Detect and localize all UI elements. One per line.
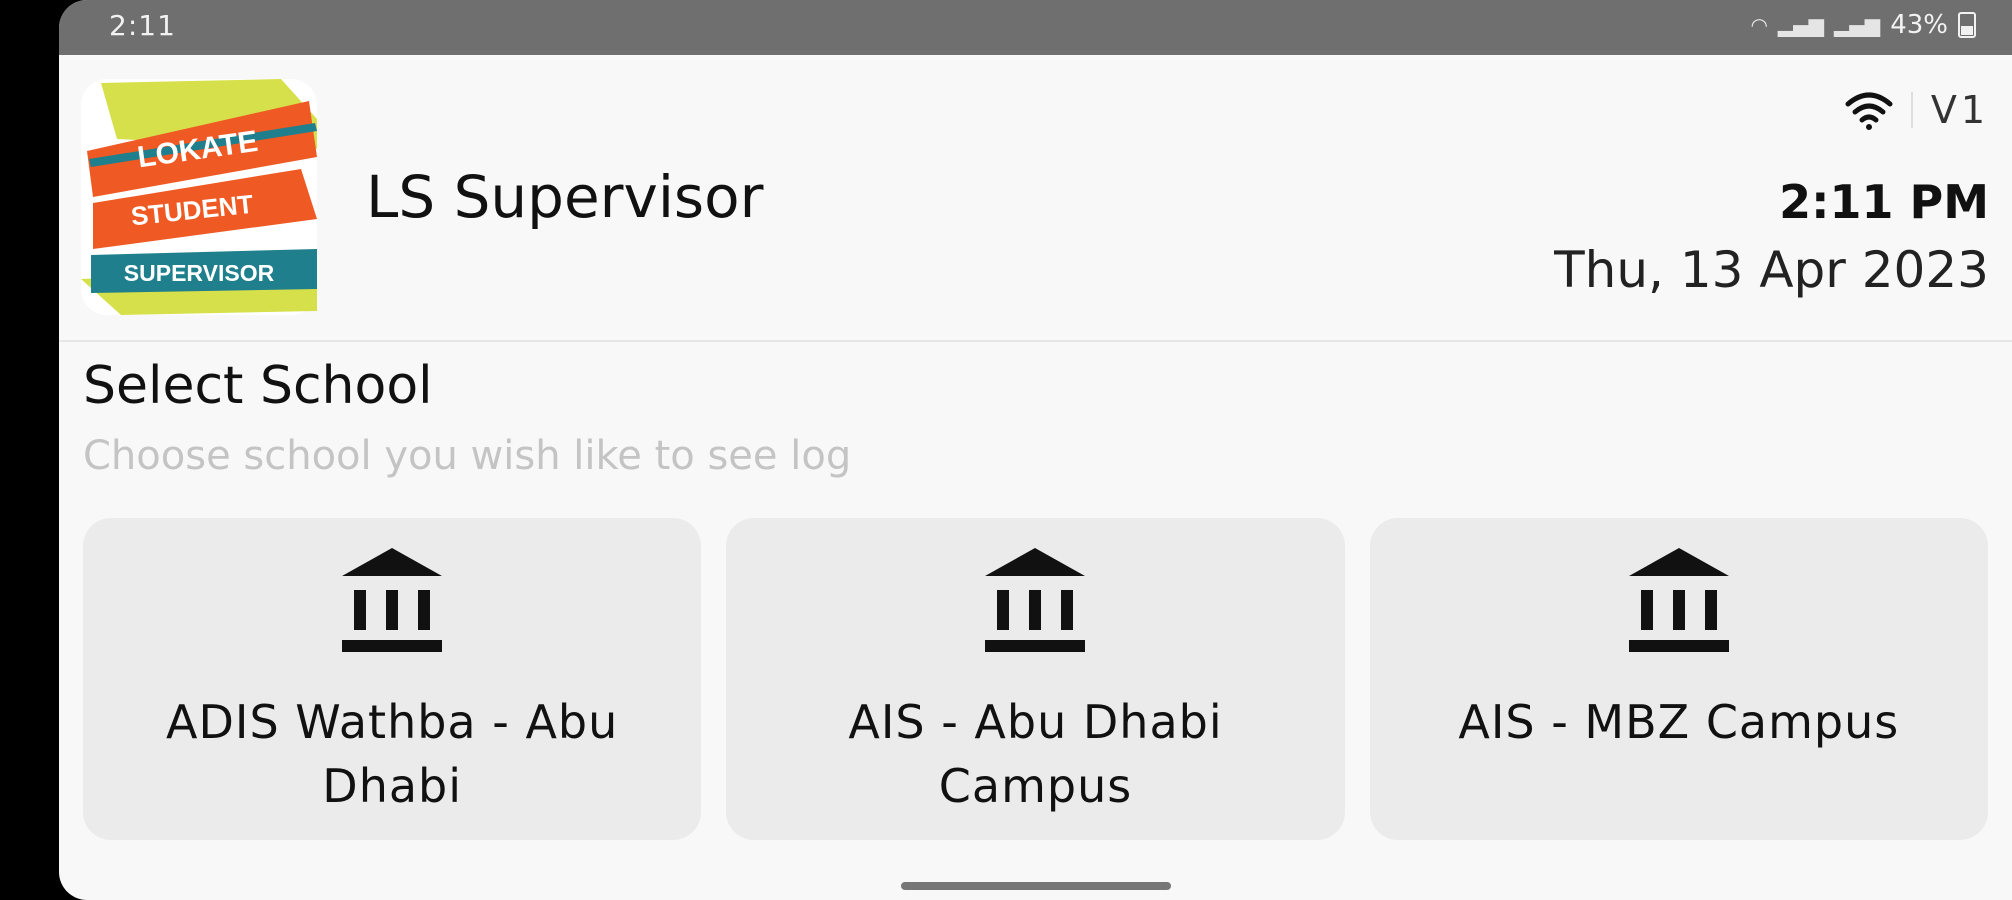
- bank-icon: [985, 548, 1086, 652]
- school-name: ADIS Wathba - Abu Dhabi: [166, 695, 619, 813]
- school-card[interactable]: AIS - MBZ Campus: [1369, 518, 1988, 840]
- version-label: V1: [1930, 88, 1989, 132]
- school-card[interactable]: AIS - Abu Dhabi Campus: [726, 518, 1345, 840]
- current-date: Thu, 13 Apr 2023: [1554, 241, 1989, 299]
- wifi-icon: [1845, 92, 1893, 130]
- status-time: 2:11: [109, 9, 176, 42]
- gesture-nav-bar[interactable]: [901, 882, 1171, 890]
- logo-text-supervisor: SUPERVISOR: [124, 260, 275, 286]
- app-logo: LOKATE STUDENT SUPERVISOR: [81, 79, 317, 315]
- status-bar: 2:11 ◠ ▂▄▆ ▂▄▆ 43%: [59, 0, 2012, 55]
- school-name: AIS - Abu Dhabi Campus: [848, 695, 1223, 813]
- bank-icon: [1628, 548, 1729, 652]
- school-name: AIS - MBZ Campus: [1458, 695, 1900, 749]
- signal-icon: ▂▄▆: [1777, 13, 1825, 37]
- battery-icon: [1958, 12, 1976, 38]
- device-screen: 2:11 ◠ ▂▄▆ ▂▄▆ 43% LOKATE STUDENT SUPERV…: [59, 0, 2012, 900]
- section-title: Select School: [83, 356, 433, 416]
- battery-percent: 43%: [1890, 10, 1948, 40]
- school-list: ADIS Wathba - Abu Dhabi AIS - Abu Dhabi …: [83, 518, 1988, 840]
- school-card[interactable]: ADIS Wathba - Abu Dhabi: [83, 518, 702, 840]
- header-info: V1 2:11 PM Thu, 13 Apr 2023: [1554, 85, 1989, 299]
- header-divider: [1910, 92, 1913, 128]
- current-time: 2:11 PM: [1779, 175, 1989, 229]
- section-subtitle: Choose school you wish like to see log: [83, 433, 852, 479]
- connection-row: V1: [1554, 85, 1989, 135]
- signal-icon-2: ▂▄▆: [1834, 13, 1881, 37]
- app-title: LS Supervisor: [366, 163, 764, 231]
- status-icons: ◠ ▂▄▆ ▂▄▆ 43%: [1750, 10, 1976, 40]
- wifi-status-icon: ◠: [1750, 13, 1768, 37]
- app-header: LOKATE STUDENT SUPERVISOR LS Supervisor …: [59, 55, 2012, 342]
- bank-icon: [342, 548, 443, 652]
